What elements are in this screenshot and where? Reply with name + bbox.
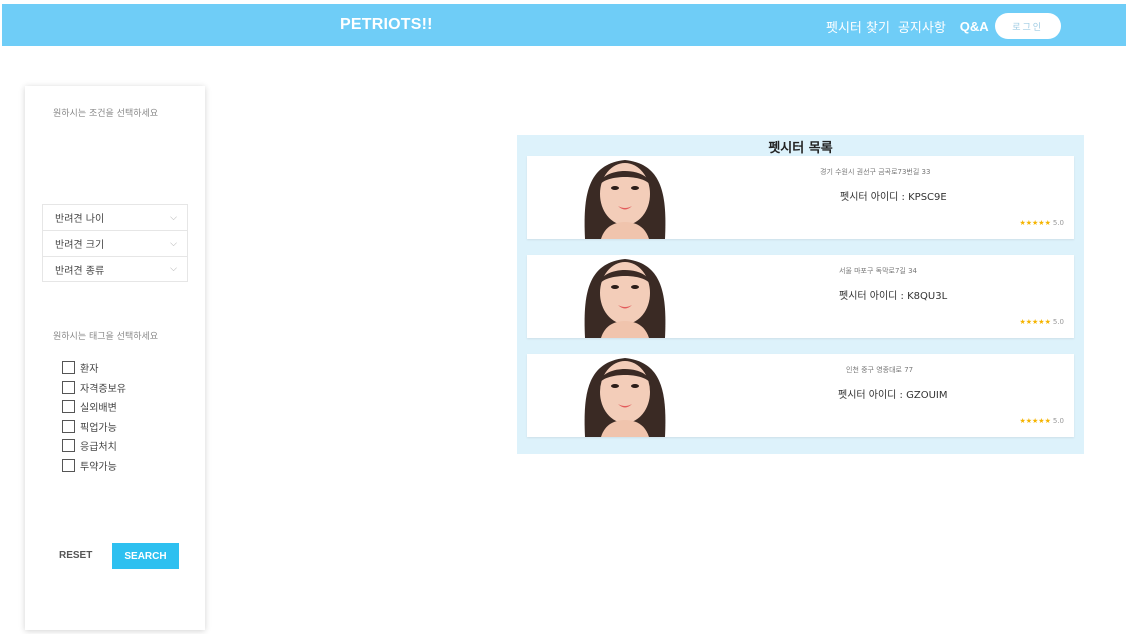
filter-sidebar: 원하시는 조건을 선택하세요 반려견 나이 ⌵ 반려견 크기 ⌵ 반려견 종류 …	[25, 86, 205, 630]
checkbox[interactable]	[62, 380, 75, 394]
sitter-photo	[565, 354, 685, 437]
tag-option[interactable]: 환자	[62, 358, 126, 378]
sitter-card[interactable]: 서울 마포구 독막로7길 34 펫시터 아이디 : K8QU3L ★★★★★ 5…	[527, 255, 1074, 338]
condition-title: 원하시는 조건을 선택하세요	[53, 109, 159, 119]
select-dog-age[interactable]: 반려견 나이 ⌵	[42, 204, 188, 230]
chevron-down-icon: ⌵	[170, 264, 177, 274]
reset-button[interactable]: RESET	[59, 546, 92, 566]
tag-label: 실외배변	[80, 403, 117, 415]
select-label: 반려견 크기	[55, 240, 105, 251]
nav-find-sitter[interactable]: 펫시터 찾기	[826, 17, 890, 36]
brand-logo[interactable]: PETRIOTS!!	[340, 16, 433, 34]
tag-label: 픽업가능	[80, 422, 117, 434]
select-dog-breed[interactable]: 반려견 종류 ⌵	[42, 256, 188, 282]
condition-selects: 반려견 나이 ⌵ 반려견 크기 ⌵ 반려견 종류 ⌵	[42, 204, 188, 282]
sitter-address: 경기 수원시 권선구 금곡로73번길 33	[820, 168, 931, 176]
rating-score: 5.0	[1052, 219, 1064, 227]
sitter-rating: ★★★★★ 5.0	[1019, 219, 1064, 227]
checkbox[interactable]	[62, 400, 75, 414]
tag-label: 자격증보유	[80, 383, 126, 395]
sitter-address: 인천 중구 영종대로 77	[846, 366, 914, 374]
select-label: 반려견 종류	[55, 265, 105, 277]
sitter-card[interactable]: 인천 중구 영종대로 77 펫시터 아이디 : GZOUIM ★★★★★ 5.0	[527, 354, 1074, 437]
tag-checklist: 환자 자격증보유 실외배변 픽업가능 응급처치 투약가능	[62, 358, 126, 475]
chevron-down-icon: ⌵	[170, 212, 177, 223]
sitter-rating: ★★★★★ 5.0	[1019, 417, 1064, 425]
checkbox[interactable]	[62, 439, 75, 453]
nav-qa[interactable]: Q&A	[960, 19, 989, 34]
star-icon: ★★★★★	[1019, 318, 1051, 326]
sitter-id: 펫시터 아이디 : GZOUIM	[838, 390, 948, 401]
list-title: 펫시터 목록	[768, 141, 833, 156]
tag-option[interactable]: 자격증보유	[62, 378, 126, 398]
tag-title: 원하시는 태그을 선택하세요	[53, 332, 159, 342]
rating-score: 5.0	[1052, 318, 1064, 326]
checkbox[interactable]	[62, 361, 75, 375]
sitter-card[interactable]: 경기 수원시 권선구 금곡로73번길 33 펫시터 아이디 : KPSC9E ★…	[527, 156, 1074, 239]
nav-notice[interactable]: 공지사항	[898, 17, 946, 36]
select-dog-size[interactable]: 반려견 크기 ⌵	[42, 230, 188, 256]
checkbox[interactable]	[62, 419, 75, 433]
star-icon: ★★★★★	[1019, 417, 1051, 425]
tag-option[interactable]: 응급처치	[62, 436, 126, 456]
star-icon: ★★★★★	[1019, 219, 1051, 227]
top-nav-bar: PETRIOTS!! 펫시터 찾기 공지사항 Q&A 로그인	[2, 4, 1126, 46]
tag-label: 응급처치	[80, 442, 117, 454]
sitter-id: 펫시터 아이디 : KPSC9E	[840, 192, 947, 203]
chevron-down-icon: ⌵	[170, 238, 177, 249]
tag-label: 환자	[80, 364, 99, 376]
tag-label: 투약가능	[80, 461, 117, 473]
nav-menu: 펫시터 찾기 공지사항 Q&A 로그인	[826, 13, 1061, 39]
tag-option[interactable]: 투약가능	[62, 456, 126, 476]
tag-option[interactable]: 실외배변	[62, 397, 126, 417]
sitter-id: 펫시터 아이디 : K8QU3L	[839, 291, 948, 302]
checkbox[interactable]	[62, 458, 75, 472]
sitter-address: 서울 마포구 독막로7길 34	[839, 267, 917, 275]
rating-score: 5.0	[1052, 417, 1064, 425]
tag-option[interactable]: 픽업가능	[62, 417, 126, 437]
sitter-photo	[565, 255, 685, 338]
search-button[interactable]: SEARCH	[112, 543, 179, 569]
select-label: 반려견 나이	[55, 214, 105, 225]
login-button[interactable]: 로그인	[994, 13, 1061, 39]
sitter-list-panel: 펫시터 목록 경기 수원시 권선구 금곡로73번길 33 펫시터 아이디 : K…	[517, 135, 1084, 454]
sitter-photo	[565, 156, 685, 239]
sitter-rating: ★★★★★ 5.0	[1019, 318, 1064, 326]
